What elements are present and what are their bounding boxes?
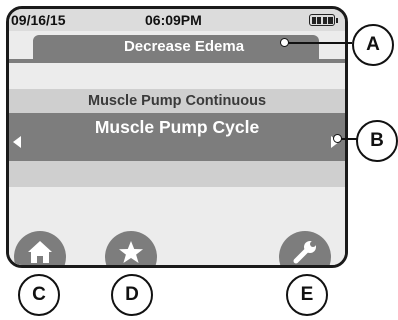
arrow-left-icon[interactable] bbox=[13, 136, 21, 148]
home-icon bbox=[28, 241, 52, 263]
title-bar: Decrease Edema bbox=[9, 31, 345, 61]
program-option-next[interactable] bbox=[9, 161, 345, 187]
program-option-selected[interactable]: Muscle Pump Cycle bbox=[9, 113, 345, 161]
selected-program-label: Muscle Pump Cycle bbox=[94, 117, 260, 137]
callout-a: A bbox=[352, 24, 394, 66]
battery-icon bbox=[309, 14, 338, 26]
status-bar: 09/16/15 06:09PM bbox=[9, 9, 345, 31]
callout-a-leader bbox=[288, 42, 352, 44]
program-option-previous[interactable]: Muscle Pump Continuous bbox=[9, 89, 345, 113]
callout-b: B bbox=[356, 120, 398, 162]
wrench-icon bbox=[293, 241, 316, 264]
status-time: 06:09PM bbox=[145, 12, 202, 28]
screen-title: Decrease Edema bbox=[33, 35, 319, 59]
device-diagram: 09/16/15 06:09PM Decrease Edema Muscle P… bbox=[0, 0, 398, 320]
callout-c: C bbox=[18, 274, 60, 316]
star-icon bbox=[119, 241, 143, 263]
status-date: 09/16/15 bbox=[11, 12, 66, 28]
list-spacer bbox=[9, 63, 345, 89]
device-screen: 09/16/15 06:09PM Decrease Edema Muscle P… bbox=[6, 6, 348, 268]
callout-e: E bbox=[286, 274, 328, 316]
callout-d: D bbox=[111, 274, 153, 316]
